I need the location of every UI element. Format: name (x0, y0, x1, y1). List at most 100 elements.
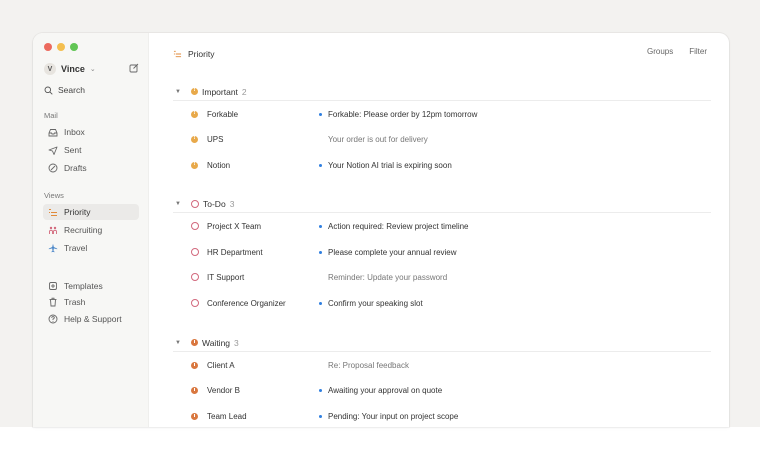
collapse-triangle-icon[interactable]: ▼ (175, 340, 185, 346)
sidebar-item-recruiting[interactable]: Recruiting (43, 222, 139, 238)
group-count: 3 (234, 337, 239, 348)
sidebar-item-label: Recruiting (64, 225, 103, 235)
close-window-button[interactable] (44, 43, 52, 51)
window-controls (44, 43, 78, 51)
mail-section-label: Mail (44, 111, 58, 120)
sender: Team Lead (207, 411, 247, 421)
unread-dot (319, 224, 328, 228)
sender: Client A (207, 360, 235, 370)
todo-icon (191, 299, 200, 307)
collapse-triangle-icon[interactable]: ▼ (175, 89, 185, 95)
sidebar-item-trash[interactable]: Trash (43, 294, 139, 310)
sidebar-item-sent[interactable]: Sent (43, 142, 139, 158)
waiting-icon (191, 339, 198, 346)
todo-icon (191, 222, 200, 230)
minimize-window-button[interactable] (57, 43, 65, 51)
list-item[interactable]: Project X Team Action required: Review p… (173, 217, 711, 235)
sender: HR Department (207, 247, 263, 257)
priority-icon (173, 50, 182, 58)
views-section-label: Views (44, 191, 64, 200)
unread-dot (319, 301, 328, 305)
important-icon (191, 161, 200, 169)
drafts-icon (48, 163, 58, 173)
subject: Re: Proposal feedback (328, 360, 409, 370)
send-icon (48, 146, 58, 155)
zoom-window-button[interactable] (70, 43, 78, 51)
todo-icon (191, 273, 200, 281)
sender: Vendor B (207, 385, 240, 395)
list-item[interactable]: HR Department Please complete your annua… (173, 243, 711, 261)
list-item[interactable]: Conference Organizer Confirm your speaki… (173, 294, 711, 312)
list-item[interactable]: Client A Re: Proposal feedback (173, 356, 711, 374)
subject: Your Notion AI trial is expiring soon (328, 160, 452, 170)
templates-icon (49, 282, 57, 290)
sidebar-item-priority[interactable]: Priority (43, 204, 139, 220)
priority-icon (49, 208, 57, 216)
waiting-icon (191, 412, 200, 420)
subject: Awaiting your approval on quote (328, 385, 443, 395)
sidebar-item-label: Templates (64, 281, 103, 291)
group-header-important[interactable]: ▼ Important 2 (173, 83, 711, 101)
sidebar-item-label: Trash (64, 297, 86, 307)
help-icon (48, 314, 58, 324)
unread-dot (319, 250, 328, 254)
subject: Reminder: Update your password (328, 272, 448, 282)
compose-icon[interactable] (129, 63, 139, 73)
search-icon (44, 86, 53, 95)
page-title: Priority (173, 49, 214, 59)
sidebar-item-inbox[interactable]: Inbox (43, 124, 139, 140)
sidebar-item-label: Sent (64, 145, 82, 155)
group-name: To-Do (203, 198, 226, 209)
group-name: Important (202, 86, 238, 97)
list-item[interactable]: Vendor B Awaiting your approval on quote (173, 381, 711, 399)
groups-button[interactable]: Groups (647, 47, 673, 56)
sidebar-item-label: Inbox (64, 127, 85, 137)
search-button[interactable]: Search (44, 85, 85, 95)
subject: Confirm your speaking slot (328, 298, 423, 308)
toolbar: Priority Groups Filter (149, 33, 729, 73)
sidebar-item-drafts[interactable]: Drafts (43, 160, 139, 176)
subject: Action required: Review project timeline (328, 221, 469, 231)
unread-dot (319, 112, 328, 116)
subject: Pending: Your input on project scope (328, 411, 459, 421)
app-window: V Vince ⌄ Search Mail Inbox Sent Drafts … (33, 33, 729, 427)
list-item[interactable]: IT Support Reminder: Update your passwor… (173, 268, 711, 286)
todo-icon (191, 199, 199, 208)
unread-dot (319, 414, 328, 418)
sender: Conference Organizer (207, 298, 286, 308)
avatar: V (44, 63, 56, 75)
search-label: Search (58, 85, 85, 95)
sidebar-item-templates[interactable]: Templates (43, 278, 139, 294)
group-count: 2 (241, 86, 247, 97)
group-name: Waiting (202, 337, 231, 348)
sender: Forkable (207, 109, 239, 119)
list-item[interactable]: Forkable Forkable: Please order by 12pm … (173, 105, 711, 123)
list-item[interactable]: UPS Your order is out for delivery (173, 130, 711, 148)
sender: Project X Team (207, 221, 262, 231)
account-switcher[interactable]: V Vince ⌄ (44, 61, 140, 77)
subject: Please complete your annual review (328, 247, 457, 257)
sender: UPS (207, 134, 224, 144)
list-item[interactable]: Team Lead Pending: Your input on project… (173, 407, 711, 425)
page-title-text: Priority (188, 49, 215, 59)
important-icon (191, 110, 200, 118)
waiting-icon (191, 361, 200, 369)
sidebar-item-help[interactable]: Help & Support (43, 311, 139, 327)
filter-button[interactable]: Filter (689, 47, 707, 56)
collapse-triangle-icon[interactable]: ▼ (175, 201, 185, 207)
toolbar-actions: Groups Filter (647, 47, 707, 56)
sidebar-item-label: Travel (64, 243, 88, 253)
group-header-todo[interactable]: ▼ To-Do 3 (173, 195, 711, 213)
page-bottom-strip (0, 427, 760, 450)
sender: Notion (207, 160, 231, 170)
unread-dot (319, 163, 328, 167)
sidebar-item-travel[interactable]: Travel (43, 240, 139, 256)
account-name: Vince (61, 64, 85, 74)
group-header-waiting[interactable]: ▼ Waiting 3 (173, 334, 711, 352)
group-count: 3 (229, 198, 235, 209)
sidebar-item-label: Help & Support (64, 314, 122, 324)
todo-icon (191, 248, 200, 256)
plane-icon (48, 243, 58, 253)
list-item[interactable]: Notion Your Notion AI trial is expiring … (173, 156, 711, 174)
trash-icon (49, 297, 57, 307)
